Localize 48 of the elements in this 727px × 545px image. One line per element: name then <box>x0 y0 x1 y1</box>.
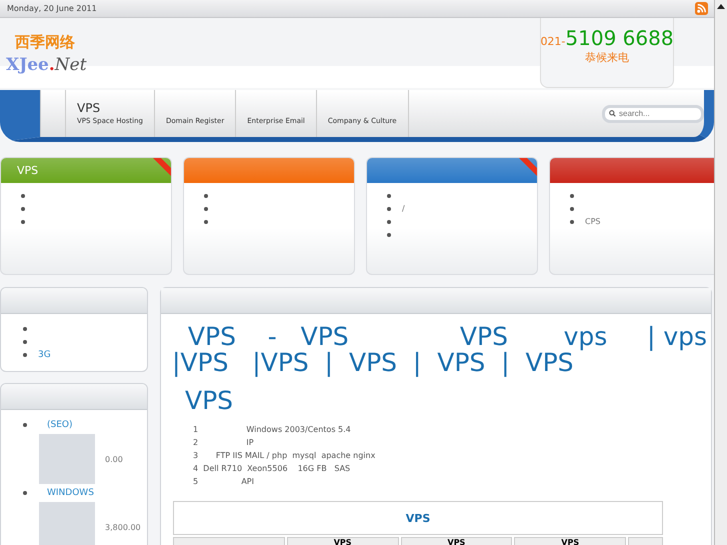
rss-icon[interactable] <box>695 2 708 15</box>
nav-separator <box>40 90 66 137</box>
feature-text: 3 FTP IIS MAIL / php mysql apache nginx <box>193 450 376 462</box>
sidebar-link[interactable]: 3G <box>38 350 51 360</box>
feature-text: 5 API <box>193 476 255 488</box>
bullet-icon <box>204 220 208 224</box>
bullet-icon <box>23 340 27 344</box>
logo-chinese-text: 西季网络 <box>14 33 76 52</box>
bullet-icon <box>570 206 574 210</box>
table-title: VPS <box>173 501 663 535</box>
card-link[interactable]: / <box>402 204 405 213</box>
bullet-icon <box>23 352 27 356</box>
bullet-icon <box>21 194 25 198</box>
table-header-cell: VPS <box>286 537 399 545</box>
subheading: VPS <box>185 386 234 415</box>
feature-text: 2 IP <box>193 437 255 449</box>
feature-text: 4 Dell R710 Xeon5506 16G FB SAS <box>193 463 352 475</box>
bullet-icon <box>21 206 25 210</box>
bullet-icon <box>387 220 391 224</box>
scrollbar[interactable] <box>714 0 727 545</box>
product-price: 0.00 <box>105 454 123 464</box>
card-title: VPS <box>17 164 38 177</box>
bullet-icon <box>23 326 27 330</box>
scroll-up-icon[interactable] <box>717 4 725 9</box>
bullet-icon <box>387 232 391 236</box>
bullet-icon <box>21 220 25 224</box>
search-field[interactable]: search... <box>602 104 704 122</box>
bullet-icon <box>387 206 391 210</box>
product-link[interactable]: (SEO) <box>47 420 73 430</box>
bullet-icon <box>23 423 27 427</box>
photo-placeholder <box>39 434 95 484</box>
bullet-icon <box>23 491 27 495</box>
headline: VPS - VPS VPS vps | vps |VPS |VPS | VPS | VPS | VPS <box>172 324 708 376</box>
card-link[interactable]: CPS <box>585 217 600 226</box>
table-header-cell: VPS <box>400 537 512 545</box>
logo-text[interactable]: XJee.Net <box>6 55 87 75</box>
phone-note: 恭候来电 <box>585 50 629 65</box>
date-text: Monday, 20 June 2011 <box>7 4 97 13</box>
table-header-cell: VPS <box>514 537 626 545</box>
bullet-icon <box>570 220 574 224</box>
bullet-icon <box>570 194 574 198</box>
phone-number: 021-5109 6688 <box>540 26 674 50</box>
bullet-icon <box>204 206 208 210</box>
product-price: 3,800.00 <box>105 522 141 532</box>
feature-text: 1 Windows 2003/Centos 5.4 <box>193 424 352 436</box>
product-link[interactable]: WINDOWS <box>47 488 94 498</box>
bullet-icon <box>204 194 208 198</box>
bullet-icon <box>387 194 391 198</box>
